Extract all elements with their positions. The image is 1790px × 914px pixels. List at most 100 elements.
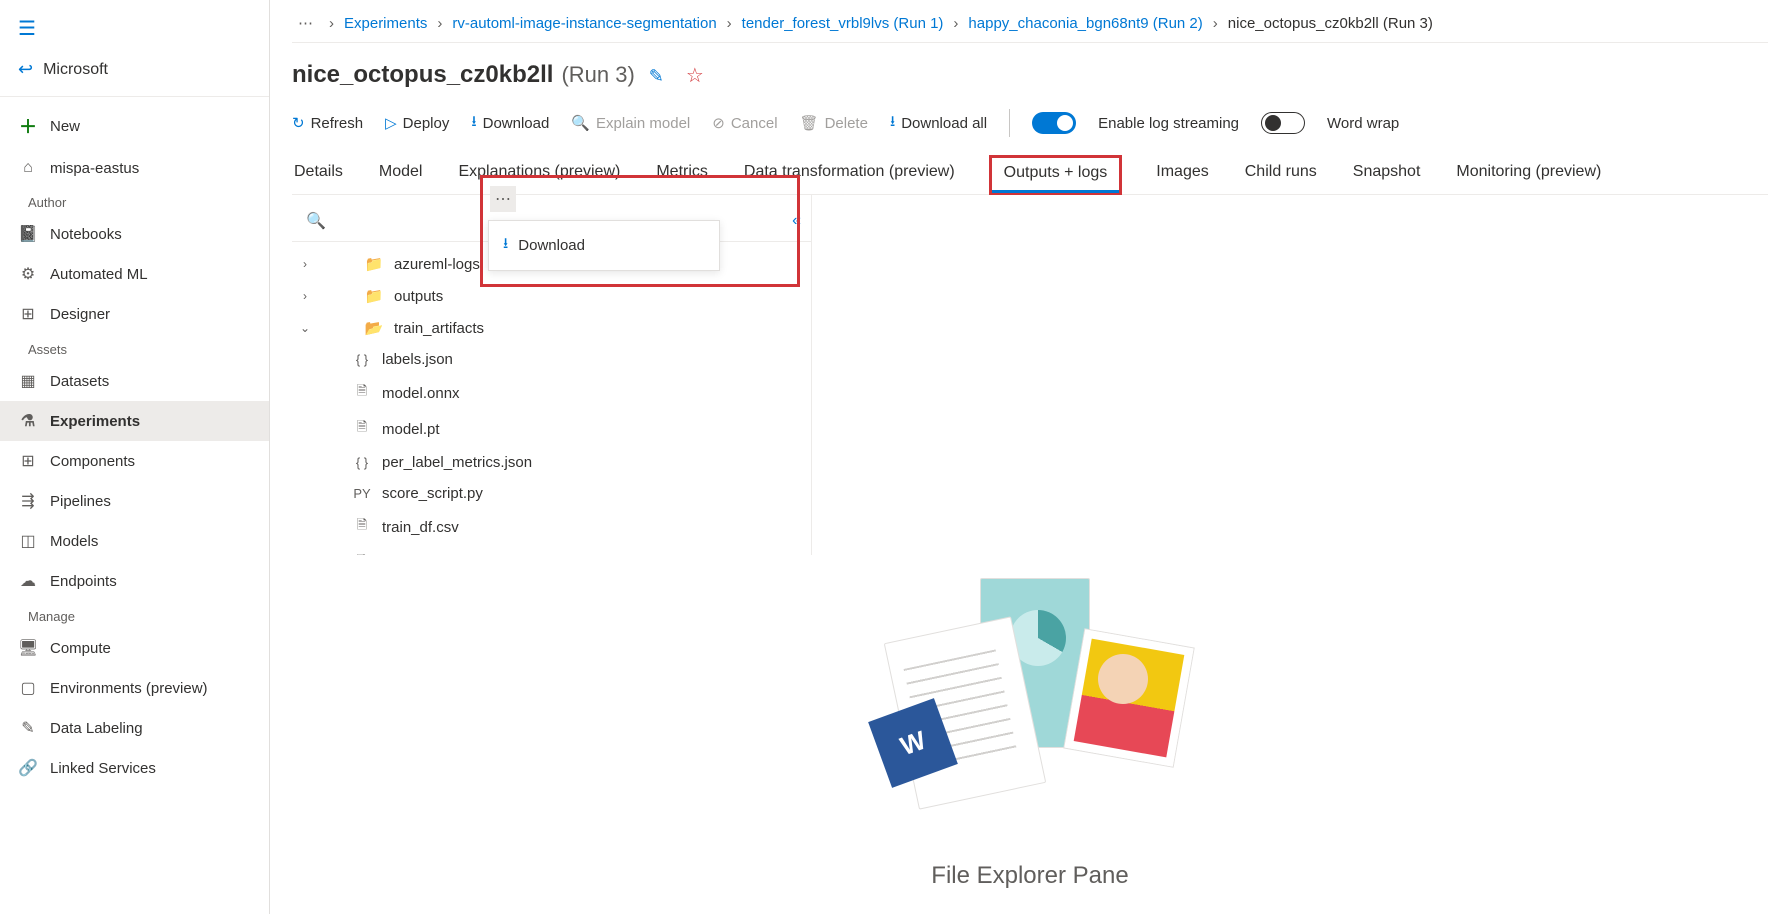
- link-icon: 🔗: [18, 758, 38, 778]
- nav-designer[interactable]: ⊞ Designer: [0, 294, 269, 334]
- search-icon: 🔍: [571, 114, 590, 132]
- word-wrap-label: Word wrap: [1327, 115, 1399, 132]
- nav-experiments[interactable]: ⚗ Experiments: [0, 401, 269, 441]
- nav-label: Datasets: [50, 373, 109, 390]
- file-train-df[interactable]: 🗎 train_df.csv: [292, 509, 811, 545]
- nav-label: Experiments: [50, 413, 140, 430]
- toolbar-label: Explain model: [596, 115, 690, 132]
- chevron-right-icon: ›: [1213, 15, 1218, 32]
- chevron-right-icon: ›: [953, 15, 958, 32]
- chevron-right-icon: ›: [437, 15, 442, 32]
- tab-snapshot[interactable]: Snapshot: [1351, 155, 1423, 194]
- nav-new[interactable]: ＋ New: [0, 103, 269, 149]
- log-streaming-toggle[interactable]: [1032, 112, 1076, 134]
- file-preview-pane: W File Explorer Pane: [292, 555, 1768, 914]
- deploy-button[interactable]: ▷ Deploy: [385, 114, 449, 132]
- nav-notebooks[interactable]: 📓 Notebooks: [0, 214, 269, 254]
- breadcrumb-link[interactable]: Experiments: [344, 15, 427, 32]
- nav-label: Environments (preview): [50, 680, 208, 697]
- tab-metrics[interactable]: Metrics: [654, 155, 710, 194]
- section-author: Author: [0, 187, 269, 214]
- favorite-icon[interactable]: ☆: [672, 63, 704, 88]
- back-label: Microsoft: [43, 61, 108, 79]
- file-more-button[interactable]: ⋯: [490, 195, 516, 212]
- automl-icon: ⚙: [18, 264, 38, 284]
- breadcrumb-link[interactable]: tender_forest_vrbl9lvs (Run 1): [742, 15, 944, 32]
- home-icon: ⌂: [18, 159, 38, 177]
- file-label: score_script.py: [382, 485, 483, 502]
- folder-outputs[interactable]: › 📁 outputs: [292, 280, 811, 312]
- tab-explanations[interactable]: Explanations (preview): [456, 155, 622, 194]
- folder-label: outputs: [394, 288, 443, 305]
- chevron-down-icon: ⌄: [292, 321, 318, 335]
- download-button[interactable]: ⭳ Download: [471, 111, 549, 136]
- breadcrumb-link[interactable]: happy_chaconia_bgn68nt9 (Run 2): [968, 15, 1202, 32]
- download-all-button[interactable]: ⭳ Download all: [890, 111, 987, 136]
- tab-monitoring[interactable]: Monitoring (preview): [1454, 155, 1603, 194]
- nav-label: Pipelines: [50, 493, 111, 510]
- context-download[interactable]: ⭳ Download: [489, 221, 719, 270]
- title-row: nice_octopus_cz0kb2ll (Run 3) ✎ ☆: [292, 43, 1768, 109]
- file-val-df[interactable]: 🗎 val_df.csv: [292, 545, 811, 555]
- tab-details[interactable]: Details: [292, 155, 345, 194]
- section-manage: Manage: [0, 601, 269, 628]
- explain-model-button: 🔍 Explain model: [571, 114, 690, 132]
- csv-icon: 🗎: [352, 552, 372, 555]
- file-label: per_label_metrics.json: [382, 454, 532, 471]
- log-streaming-label: Enable log streaming: [1098, 115, 1239, 132]
- nav-components[interactable]: ⊞ Components: [0, 441, 269, 481]
- nav-label: Compute: [50, 640, 111, 657]
- refresh-button[interactable]: ↻ Refresh: [292, 114, 363, 132]
- file-label: model.onnx: [382, 385, 460, 402]
- nav-environments[interactable]: ▢ Environments (preview): [0, 668, 269, 708]
- toolbar-label: Cancel: [731, 115, 778, 132]
- placeholder-illustration: W: [860, 578, 1200, 838]
- file-per-label-metrics[interactable]: { } per_label_metrics.json: [292, 447, 811, 478]
- edit-icon[interactable]: ✎: [643, 66, 664, 87]
- breadcrumb-link[interactable]: rv-automl-image-instance-segmentation: [452, 15, 716, 32]
- folder-icon: 📁: [364, 287, 384, 305]
- play-icon: ▷: [385, 114, 397, 132]
- compute-icon: 🖥: [18, 638, 38, 658]
- tab-child-runs[interactable]: Child runs: [1243, 155, 1319, 194]
- nav-label: Notebooks: [50, 226, 122, 243]
- word-wrap-toggle[interactable]: [1261, 112, 1305, 134]
- nav-automl[interactable]: ⚙ Automated ML: [0, 254, 269, 294]
- nav-workspace[interactable]: ⌂ mispa-eastus: [0, 149, 269, 187]
- file-labels-json[interactable]: { } labels.json: [292, 344, 811, 375]
- file-model-pt[interactable]: 🗎 model.pt: [292, 411, 811, 447]
- file-label: labels.json: [382, 351, 453, 368]
- nav-pipelines[interactable]: ⇶ Pipelines: [0, 481, 269, 521]
- breadcrumb-more[interactable]: ⋯: [292, 14, 319, 32]
- collapse-panel-icon[interactable]: «: [792, 212, 801, 230]
- nav-label: Endpoints: [50, 573, 117, 590]
- nav-datasets[interactable]: ▦ Datasets: [0, 361, 269, 401]
- flask-icon: ⚗: [18, 411, 38, 431]
- file-label: model.pt: [382, 421, 440, 438]
- nav-linked[interactable]: 🔗 Linked Services: [0, 748, 269, 788]
- nav-datalabeling[interactable]: ✎ Data Labeling: [0, 708, 269, 748]
- file-model-onnx[interactable]: 🗎 model.onnx: [292, 375, 811, 411]
- tab-outputs-logs[interactable]: Outputs + logs: [989, 155, 1123, 195]
- nav-label: Linked Services: [50, 760, 156, 777]
- download-icon: ⭳: [890, 111, 895, 136]
- back-arrow-icon: ↩: [18, 59, 33, 80]
- hamburger-button[interactable]: ☰: [0, 8, 269, 49]
- datasets-icon: ▦: [18, 371, 38, 391]
- toolbar-label: Refresh: [311, 115, 364, 132]
- nav-models[interactable]: ◫ Models: [0, 521, 269, 561]
- trash-icon: 🗑: [800, 114, 819, 132]
- tab-images[interactable]: Images: [1154, 155, 1210, 194]
- file-score-script[interactable]: PY score_script.py: [292, 478, 811, 509]
- toggle-knob: [1057, 115, 1073, 131]
- nav-compute[interactable]: 🖥 Compute: [0, 628, 269, 668]
- cancel-icon: ⊘: [712, 114, 725, 132]
- back-link[interactable]: ↩ Microsoft: [0, 49, 269, 90]
- nav-endpoints[interactable]: ☁ Endpoints: [0, 561, 269, 601]
- python-icon: PY: [352, 486, 372, 501]
- tab-model[interactable]: Model: [377, 155, 425, 194]
- tab-data-transform[interactable]: Data transformation (preview): [742, 155, 957, 194]
- folder-train-artifacts[interactable]: ⌄ 📂 train_artifacts: [292, 312, 811, 344]
- nav-label: New: [50, 118, 80, 135]
- search-icon[interactable]: 🔍: [300, 211, 326, 231]
